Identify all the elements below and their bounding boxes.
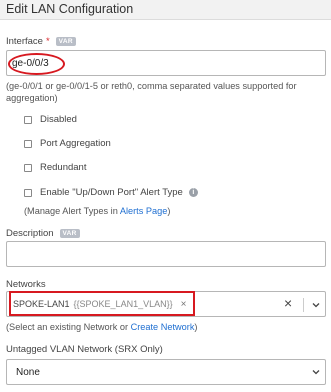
chevron-down-icon[interactable] [311,367,321,377]
port-aggregation-label: Port Aggregation [40,138,111,149]
dialog-header: Edit LAN Configuration [0,0,331,20]
updown-alert-label: Enable "Up/Down Port" Alert Type [40,187,183,198]
option-redundant[interactable]: Redundant [24,162,86,173]
description-input[interactable] [6,241,326,267]
networks-label: Networks [6,279,46,290]
description-label-text: Description [6,228,54,239]
networks-help-text: (Select an existing Network or Create Ne… [6,321,197,333]
manage-prefix: (Manage Alert Types in [24,206,120,216]
untagged-vlan-label-text: Untagged VLAN Network (SRX Only) [6,344,163,355]
interface-label-text: Interface [6,36,43,47]
networks-help-prefix: (Select an existing Network or [6,322,131,332]
description-label: Description VAR [6,228,80,239]
port-aggregation-checkbox[interactable] [24,139,32,148]
highlight-ellipse [8,53,65,75]
interface-help-text: (ge-0/0/1 or ge-0/0/1-5 or reth0, comma … [6,81,297,103]
untagged-vlan-value: None [16,367,40,378]
interface-label: Interface * VAR [6,36,76,47]
untagged-vlan-label: Untagged VLAN Network (SRX Only) [6,344,163,355]
required-mark: * [45,36,50,47]
clear-selection-icon[interactable]: × [284,296,292,310]
option-updown-alert[interactable]: Enable "Up/Down Port" Alert Type i [24,187,198,198]
manage-alert-types-text: (Manage Alert Types in Alerts Page) [24,206,170,216]
updown-alert-checkbox[interactable] [24,188,32,197]
info-icon[interactable]: i [188,188,198,197]
create-network-link[interactable]: Create Network [131,322,195,332]
disabled-checkbox[interactable] [24,115,32,124]
redundant-label: Redundant [40,162,87,173]
dialog-title: Edit LAN Configuration [6,2,134,16]
description-var-badge: VAR [59,229,80,238]
highlight-rectangle [9,291,195,316]
redundant-checkbox[interactable] [24,163,32,172]
option-disabled[interactable]: Disabled [24,114,77,125]
networks-help-suffix: ) [194,322,198,332]
option-port-aggregation[interactable]: Port Aggregation [24,138,111,149]
untagged-vlan-select[interactable]: None [6,359,326,385]
disabled-label: Disabled [40,114,77,125]
manage-suffix: ) [167,206,171,216]
chevron-down-icon[interactable] [311,300,321,310]
alerts-page-link[interactable]: Alerts Page [120,206,168,216]
select-divider [303,298,304,312]
networks-label-text: Networks [6,279,46,290]
interface-var-badge: VAR [55,37,76,46]
